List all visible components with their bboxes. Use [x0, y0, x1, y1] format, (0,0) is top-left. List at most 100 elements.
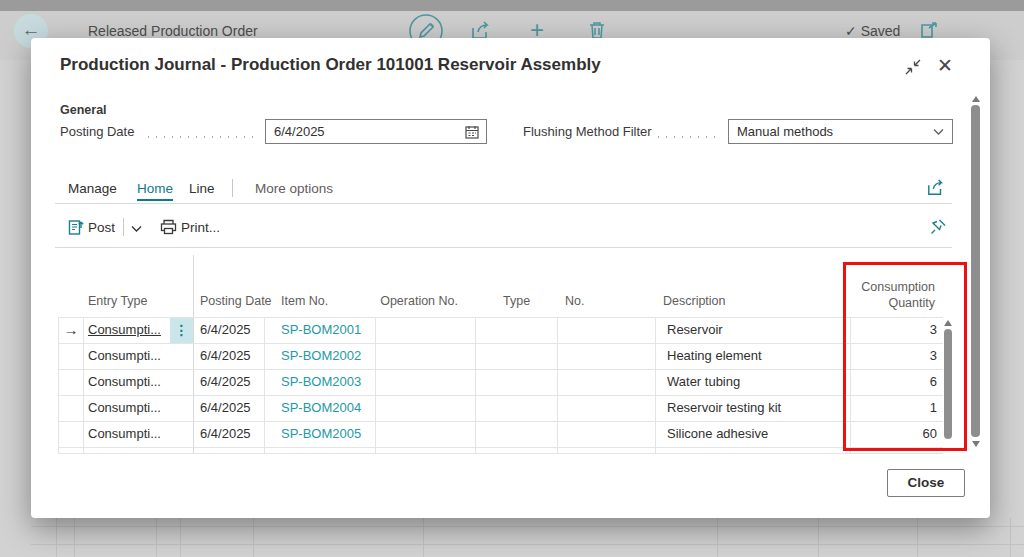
- bg-grid-line: [56, 518, 57, 557]
- share-actions-button[interactable]: [926, 179, 946, 201]
- tab-home[interactable]: Home: [137, 181, 173, 201]
- bg-grid-line: [818, 518, 819, 557]
- column-header-type[interactable]: Type: [503, 294, 530, 308]
- column-header-description[interactable]: Description: [663, 294, 726, 308]
- bg-grid-line: [74, 518, 75, 557]
- grid-vline: [475, 317, 476, 453]
- pencil-icon: [420, 24, 434, 38]
- divider: [55, 203, 952, 204]
- dialog-title: Production Journal - Production Order 10…: [60, 55, 601, 75]
- tab-separator: [232, 179, 233, 197]
- printer-icon: [160, 219, 177, 235]
- grid-hline: [58, 421, 943, 422]
- bg-grid-line: [917, 518, 918, 557]
- post-icon: [68, 219, 84, 235]
- collapse-dialog-button[interactable]: [905, 59, 921, 79]
- active-row-arrow-icon: →: [60, 317, 82, 343]
- bg-grid-line: [423, 518, 424, 557]
- cell-description[interactable]: Heating element: [667, 343, 845, 369]
- share-icon: [926, 179, 946, 197]
- close-button[interactable]: Close: [887, 469, 965, 497]
- cell-posting-date[interactable]: 6/4/2025: [200, 317, 262, 343]
- cell-item-no-link[interactable]: SP-BOM2001: [281, 317, 373, 343]
- saved-status: ✓ Saved: [845, 23, 900, 39]
- bg-grid-line: [180, 518, 181, 557]
- post-button-label[interactable]: Post: [88, 220, 115, 235]
- dialog-scroll-up-arrow[interactable]: [972, 96, 980, 102]
- cell-description[interactable]: Water tubing: [667, 369, 845, 395]
- posting-date-label: Posting Date: [60, 124, 134, 139]
- column-header-entry-type[interactable]: Entry Type: [88, 294, 148, 308]
- grid-hline: [58, 395, 943, 396]
- grid-vline: [58, 317, 59, 453]
- cell-item-no-link[interactable]: SP-BOM2003: [281, 369, 373, 395]
- grid-hline: [58, 369, 943, 370]
- flushing-method-filter-select[interactable]: Manual methods: [728, 119, 953, 144]
- close-icon: ✕: [937, 55, 953, 76]
- grid-vline: [557, 317, 558, 453]
- dotted-leader: [148, 136, 260, 138]
- column-header-item-no[interactable]: Item No.: [281, 294, 328, 308]
- grid-hline: [58, 343, 943, 344]
- column-header-no[interactable]: No.: [565, 294, 584, 308]
- grid-vline: [655, 317, 656, 453]
- cell-description[interactable]: Reservoir: [667, 317, 845, 343]
- check-icon: ✓: [845, 23, 857, 39]
- bg-grid-line: [156, 518, 157, 557]
- cell-entry-type[interactable]: Consumpti...: [88, 369, 168, 395]
- grid-vline: [83, 317, 84, 453]
- highlight-rectangle: [843, 262, 967, 451]
- print-button-label[interactable]: Print...: [181, 220, 220, 235]
- tab-line[interactable]: Line: [189, 181, 215, 196]
- bg-grid-line: [253, 518, 254, 557]
- open-in-new-icon: [920, 21, 940, 39]
- bg-grid-line: [717, 518, 718, 557]
- cell-entry-type[interactable]: Consumpti...: [88, 395, 168, 421]
- post-split-chevron-icon[interactable]: [131, 225, 142, 233]
- cell-item-no-link[interactable]: SP-BOM2002: [281, 343, 373, 369]
- back-arrow-icon: ←: [22, 19, 41, 40]
- page: ← Released Production Order + ✓ Saved Pr…: [0, 0, 1024, 557]
- cell-posting-date[interactable]: 6/4/2025: [200, 421, 262, 447]
- trash-icon: [588, 20, 606, 40]
- collapse-icon: [905, 59, 921, 75]
- cell-posting-date[interactable]: 6/4/2025: [200, 343, 262, 369]
- app-top-strip: [0, 0, 1024, 11]
- cell-posting-date[interactable]: 6/4/2025: [200, 395, 262, 421]
- flushing-method-filter-label: Flushing Method Filter: [523, 124, 652, 139]
- cell-posting-date[interactable]: 6/4/2025: [200, 369, 262, 395]
- dotted-leader: [658, 136, 722, 138]
- pin-button[interactable]: [929, 218, 947, 240]
- dialog-scrollbar-thumb[interactable]: [971, 105, 980, 437]
- chevron-down-icon: [933, 128, 944, 136]
- grid-hline: [58, 447, 943, 448]
- toolbar-separator: [123, 218, 124, 236]
- row-options-cell[interactable]: ⋮: [170, 318, 193, 343]
- close-dialog-button[interactable]: ✕: [937, 54, 953, 77]
- cell-entry-type[interactable]: Consumpti...: [88, 317, 168, 343]
- bg-grid-line: [1010, 518, 1011, 557]
- column-header-operation-no[interactable]: Operation No.: [375, 294, 458, 308]
- calendar-icon[interactable]: [465, 125, 479, 139]
- grid-hline: [58, 317, 943, 318]
- pin-icon: [929, 218, 947, 236]
- cell-description[interactable]: Silicone adhesive: [667, 421, 845, 447]
- print-button[interactable]: [160, 219, 177, 239]
- more-options[interactable]: More options: [255, 181, 333, 196]
- background-page-title: Released Production Order: [88, 23, 258, 39]
- grid-vline: [264, 317, 265, 453]
- grid-vline: [375, 317, 376, 453]
- cell-item-no-link[interactable]: SP-BOM2005: [281, 421, 373, 447]
- cell-entry-type[interactable]: Consumpti...: [88, 421, 168, 447]
- cell-description[interactable]: Reservoir testing kit: [667, 395, 845, 421]
- post-button[interactable]: [68, 219, 84, 239]
- posting-date-input[interactable]: 6/4/2025: [265, 119, 487, 144]
- cell-entry-type[interactable]: Consumpti...: [88, 343, 168, 369]
- dialog-scroll-down-arrow[interactable]: [972, 441, 980, 447]
- cell-item-no-link[interactable]: SP-BOM2004: [281, 395, 373, 421]
- divider: [55, 247, 952, 248]
- general-section-label: General: [60, 103, 107, 117]
- column-header-posting-date[interactable]: Posting Date: [200, 294, 272, 308]
- freeze-pane-divider: [193, 255, 194, 453]
- tab-manage[interactable]: Manage: [68, 181, 117, 196]
